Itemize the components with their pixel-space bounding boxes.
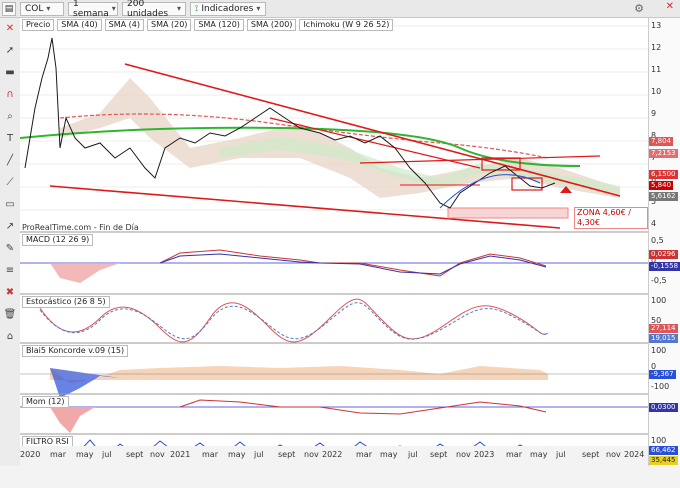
arrow-icon[interactable]: ↗ bbox=[2, 218, 18, 234]
xtick: jul bbox=[254, 450, 264, 459]
mom-tag: 0,0300 bbox=[649, 403, 678, 412]
xtick: nov bbox=[456, 450, 471, 459]
zoom-icon[interactable]: ⌕ bbox=[2, 108, 18, 124]
trend-icon[interactable]: ⟋ bbox=[2, 174, 18, 190]
units-value: 200 unidades bbox=[127, 0, 169, 19]
macd-tick: -0,5 bbox=[651, 276, 667, 285]
interval-value: 1 semana bbox=[73, 0, 109, 19]
xtick: 2020 bbox=[20, 450, 41, 459]
xtick: sept bbox=[430, 450, 448, 459]
chart-svg bbox=[19, 18, 648, 459]
xtick: sept bbox=[582, 450, 600, 459]
text-icon[interactable]: T bbox=[2, 130, 18, 146]
legend-ichimoku[interactable]: Ichimoku (W 9 26 52) bbox=[299, 19, 394, 31]
rsi-tick: 100 bbox=[651, 436, 667, 445]
legend-sma4[interactable]: SMA (4) bbox=[104, 19, 144, 31]
drawing-tools-sidebar: ✕ ➚ ▬ ∩ ⌕ T ╱ ⟋ ▭ ↗ ✎ ≡ ✖ 🗑 ⌂ bbox=[0, 18, 21, 466]
panel-stoch-label[interactable]: Estocástico (26 8 5) bbox=[22, 296, 110, 308]
xtick: may bbox=[380, 450, 398, 459]
toolbar: ▤ COL 1 semana 200 unidades ⟟Indicadores… bbox=[0, 0, 680, 19]
close-icon[interactable]: ✕ bbox=[666, 1, 674, 12]
panel-blai5-label[interactable]: Blai5 Koncorde v.09 (15) bbox=[22, 345, 129, 357]
ruler-icon[interactable]: ▬ bbox=[2, 64, 18, 80]
price-tag: 5,840 bbox=[649, 181, 674, 190]
panel-macd-label[interactable]: MACD (12 26 9) bbox=[22, 234, 94, 246]
xtick: sept bbox=[126, 450, 144, 459]
xtick: jul bbox=[102, 450, 112, 459]
stoch-tick: 100 bbox=[651, 296, 667, 305]
stoch-tag: 27,114 bbox=[649, 324, 678, 333]
brush-icon[interactable]: ✎ bbox=[2, 240, 18, 256]
price-tag: 7,804 bbox=[649, 137, 674, 146]
ytick: 13 bbox=[651, 21, 662, 30]
xtick: 2022 bbox=[322, 450, 343, 459]
legend-sma40[interactable]: SMA (40) bbox=[57, 19, 102, 31]
legend-sma20[interactable]: SMA (20) bbox=[146, 19, 192, 31]
stoch-tag: 19,015 bbox=[649, 334, 678, 343]
macd-tag: 0,0296 bbox=[649, 250, 678, 259]
indicator-legend: Precio SMA (40) SMA (4) SMA (20) SMA (12… bbox=[22, 19, 394, 31]
ticker-value: COL bbox=[25, 3, 44, 14]
xtick: mar bbox=[202, 450, 218, 459]
macd-tag: -0,1558 bbox=[649, 262, 680, 271]
chart-menu-button[interactable]: ▤ bbox=[2, 1, 16, 16]
panel-mom-label[interactable]: Mom (12) bbox=[22, 396, 69, 408]
ytick: 9 bbox=[651, 109, 657, 118]
xtick: nov bbox=[606, 450, 621, 459]
ytick: 4 bbox=[651, 219, 657, 228]
legend-sma120[interactable]: SMA (120) bbox=[194, 19, 244, 31]
ytick: 10 bbox=[651, 87, 662, 96]
indicators-button[interactable]: ⟟ Indicadores bbox=[190, 1, 266, 16]
time-axis[interactable]: 2020 mar may jul sept nov 2021 mar may j… bbox=[20, 446, 648, 488]
indicators-icon: ⟟ bbox=[195, 3, 199, 14]
trash-icon[interactable]: 🗑 bbox=[2, 306, 18, 322]
xtick: may bbox=[530, 450, 548, 459]
xtick: sept bbox=[278, 450, 296, 459]
ytick: 12 bbox=[651, 43, 662, 52]
units-select[interactable]: 200 unidades bbox=[122, 0, 186, 19]
price-tag: 6,1500 bbox=[649, 170, 678, 179]
zone-label: ZONA 4,60€ / 4,30€ bbox=[574, 207, 648, 229]
legend-sma200[interactable]: SMA (200) bbox=[246, 19, 297, 31]
rectangle-icon[interactable]: ▭ bbox=[2, 196, 18, 212]
macd-tick: 0,5 bbox=[651, 236, 664, 245]
legend-precio[interactable]: Precio bbox=[22, 19, 55, 31]
ticker-select[interactable]: COL bbox=[20, 1, 64, 16]
ytick: 11 bbox=[651, 65, 662, 74]
xtick: jul bbox=[556, 450, 566, 459]
xtick: 2024 bbox=[624, 450, 645, 459]
blai5-tick: -100 bbox=[651, 382, 670, 391]
magnet-icon[interactable]: ∩ bbox=[2, 86, 18, 102]
xtick: may bbox=[228, 450, 246, 459]
blai5-tick: 100 bbox=[651, 346, 667, 355]
lock-icon[interactable]: ⌂ bbox=[2, 328, 18, 344]
xtick: mar bbox=[356, 450, 372, 459]
xtick: 2021 bbox=[170, 450, 191, 459]
xtick: mar bbox=[50, 450, 66, 459]
line-icon[interactable]: ╱ bbox=[2, 152, 18, 168]
xtick: may bbox=[76, 450, 94, 459]
close-panel-icon[interactable]: ✕ bbox=[2, 20, 18, 36]
blai5-tag: -9,367 bbox=[649, 370, 676, 379]
settings-icon[interactable]: ⚙ bbox=[634, 2, 644, 15]
xtick: jul bbox=[408, 450, 418, 459]
rsi-tag: 66,462 bbox=[649, 446, 678, 455]
xtick: nov bbox=[304, 450, 319, 459]
rsi-tag: 35,445 bbox=[649, 456, 678, 465]
cursor-icon[interactable]: ➚ bbox=[2, 42, 18, 58]
watermark: ProRealTime.com - Fin de Día bbox=[22, 223, 139, 232]
indicators-label: Indicadores bbox=[201, 3, 254, 14]
xtick: 2023 bbox=[474, 450, 495, 459]
price-axis[interactable]: 13 12 11 10 9 8 7 6 5 4 7,804 7,2153 6,1… bbox=[648, 18, 680, 466]
interval-select[interactable]: 1 semana bbox=[68, 0, 118, 19]
xtick: nov bbox=[150, 450, 165, 459]
price-tag: 5,6162 bbox=[649, 192, 678, 201]
price-tag: 7,2153 bbox=[649, 149, 678, 158]
xtick: mar bbox=[506, 450, 522, 459]
eraser-icon[interactable]: ✖ bbox=[2, 284, 18, 300]
chart-area[interactable]: Precio SMA (40) SMA (4) SMA (20) SMA (12… bbox=[19, 18, 648, 466]
fibonacci-icon[interactable]: ≡ bbox=[2, 262, 18, 278]
